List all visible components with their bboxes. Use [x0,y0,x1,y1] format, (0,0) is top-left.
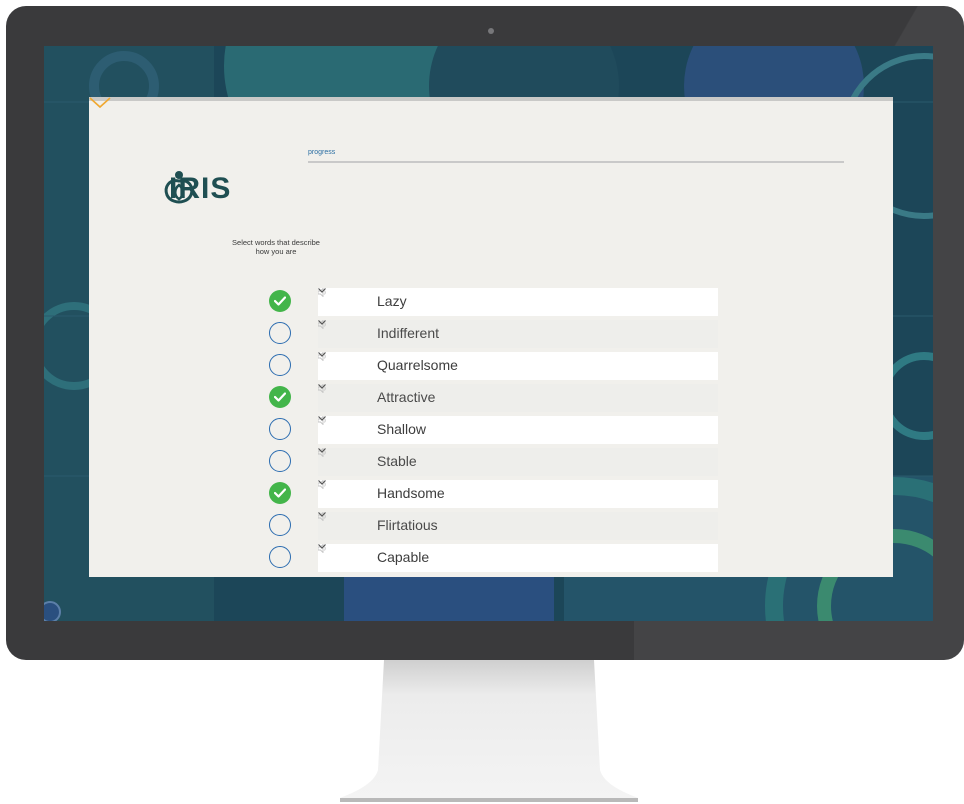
word-label: Attractive [377,389,436,405]
checkbox-unchecked[interactable] [269,514,291,536]
window-top-bar [89,97,893,101]
word-row: Quarrelsome [89,351,893,381]
word-dropdown[interactable]: Quarrelsome [318,352,718,380]
checkbox-unchecked[interactable] [269,450,291,472]
word-label: Handsome [377,485,445,501]
chevron-down-icon[interactable] [318,384,326,389]
instruction-line-2: how you are [255,247,297,256]
checkmark-icon [274,392,286,402]
word-label: Quarrelsome [377,357,458,373]
checkmark-icon [274,296,286,306]
word-label: Indifferent [377,325,440,341]
checkbox-checked[interactable] [269,386,291,408]
word-row: Attractive [89,383,893,413]
instruction-line-1: Select words that describe [232,238,320,247]
word-label: Stable [377,453,417,469]
checkmark-icon [274,488,286,498]
word-row: Stable [89,447,893,477]
word-dropdown[interactable]: Capable [318,544,718,572]
word-dropdown[interactable]: Shallow [318,416,718,444]
word-dropdown[interactable]: Attractive [318,384,718,412]
chevron-down-icon[interactable] [318,352,326,357]
word-row: Lazy [89,287,893,317]
chevron-down-icon[interactable] [318,288,326,293]
chevron-down-icon[interactable] [318,512,326,517]
chevron-down-icon[interactable] [318,544,326,549]
chevron-down-icon[interactable] [318,480,326,485]
checkbox-unchecked[interactable] [269,546,291,568]
progress-label: progress [308,149,336,156]
chevron-down-icon[interactable] [318,320,326,325]
progress-bar [308,161,844,163]
word-row: Handsome [89,479,893,509]
word-label: Flirtatious [377,517,438,533]
word-label: Lazy [377,293,407,309]
monitor-bezel: IRIS progress Select words that describe… [6,6,964,660]
checkbox-unchecked[interactable] [269,322,291,344]
camera-dot [488,28,494,34]
app-window: IRIS progress Select words that describe… [89,97,893,577]
word-dropdown[interactable]: Lazy [318,288,718,316]
word-row: Shallow [89,415,893,445]
word-dropdown[interactable]: Stable [318,448,718,476]
chevron-down-icon[interactable] [318,416,326,421]
word-label: Shallow [377,421,427,437]
chevron-down-icon [89,97,111,109]
checkbox-checked[interactable] [269,290,291,312]
word-dropdown[interactable]: Handsome [318,480,718,508]
iris-logo: IRIS [161,169,231,209]
chevron-down-icon[interactable] [318,448,326,453]
checkbox-checked[interactable] [269,482,291,504]
word-row-partial [89,575,893,577]
word-dropdown[interactable]: Indifferent [318,320,718,348]
word-dropdown[interactable]: Flirtatious [318,512,718,540]
word-row: Flirtatious [89,511,893,541]
checkbox-unchecked[interactable] [269,418,291,440]
checkbox-unchecked[interactable] [269,354,291,376]
desktop-wallpaper: IRIS progress Select words that describe… [44,46,933,621]
monitor-stand [340,660,638,802]
iris-logo-icon [164,171,194,204]
word-row: Indifferent [89,319,893,349]
instruction-text: Select words that describe how you are [217,238,335,256]
word-row: Capable [89,543,893,573]
word-label: Capable [377,549,430,565]
